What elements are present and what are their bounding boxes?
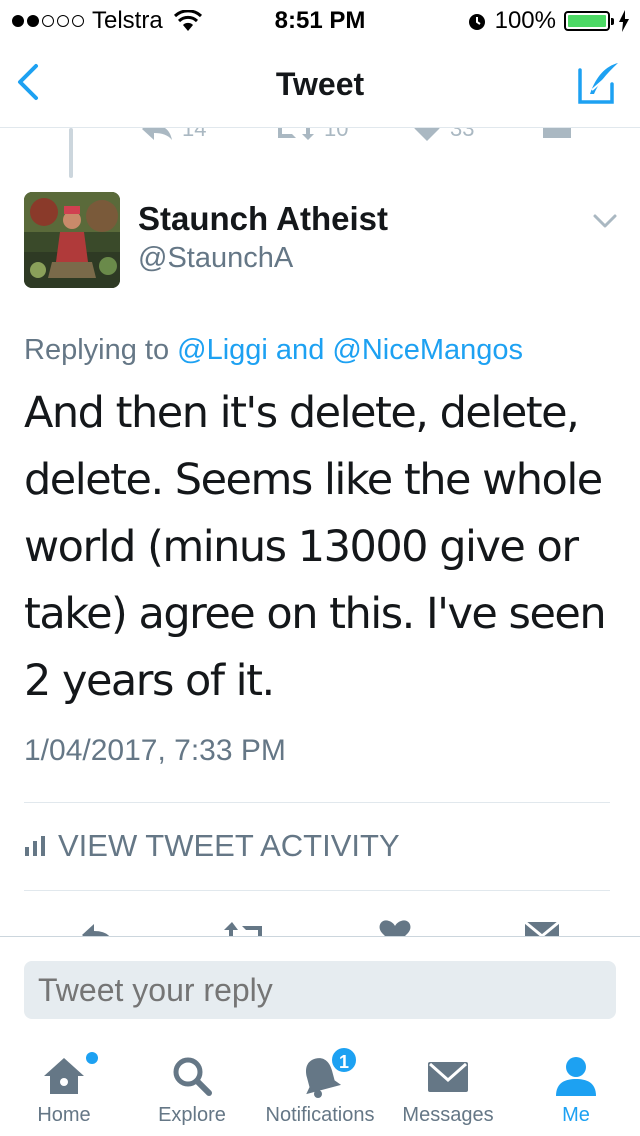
tweet-text: And then it's delete, delete, delete. Se… — [24, 388, 607, 706]
tab-label-me: Me — [562, 1104, 590, 1126]
status-bar: Telstra 8:51 PM 100% — [0, 0, 640, 40]
person-icon — [556, 1057, 596, 1096]
compose-tweet-icon[interactable] — [576, 60, 622, 106]
retweet-count: 10 — [324, 128, 349, 141]
previous-tweet-actions: 14 10 33 — [0, 128, 640, 144]
heart-icon[interactable] — [378, 918, 412, 936]
notification-badge: 1 — [330, 1046, 358, 1074]
battery-percent: 100% — [494, 7, 556, 34]
author-name[interactable]: Staunch Atheist — [138, 200, 388, 238]
search-icon — [173, 1057, 212, 1096]
tab-label-explore: Explore — [158, 1104, 226, 1126]
envelope-icon[interactable] — [542, 128, 572, 140]
reply-icon[interactable] — [140, 128, 174, 142]
tab-label-notifications: Notifications — [265, 1104, 375, 1126]
heart-icon[interactable] — [412, 128, 442, 142]
direct-message-icon[interactable] — [524, 918, 560, 936]
activity-label: VIEW TWEET ACTIVITY — [58, 828, 400, 863]
replying-joiner: and — [267, 334, 333, 366]
retweet-icon[interactable] — [222, 918, 268, 936]
divider — [24, 890, 610, 891]
like-count: 33 — [450, 128, 475, 141]
navigation-bar: Tweet — [0, 40, 640, 128]
reply-bar — [0, 936, 640, 1026]
tab-explore[interactable]: Explore — [128, 1026, 256, 1136]
mention-link-nicemangos[interactable]: @NiceMangos — [332, 334, 523, 366]
reply-icon[interactable] — [78, 918, 118, 936]
activity-bars-icon — [25, 836, 45, 856]
tab-label-home: Home — [37, 1104, 91, 1126]
avatar[interactable] — [24, 192, 120, 288]
tab-label-messages: Messages — [402, 1104, 494, 1126]
tab-home[interactable]: Home — [0, 1026, 128, 1136]
new-content-dot — [86, 1052, 98, 1064]
reply-input[interactable] — [24, 961, 616, 1019]
author-handle[interactable]: @StaunchA — [138, 242, 293, 275]
view-tweet-activity-link[interactable]: VIEW TWEET ACTIVITY — [24, 828, 400, 864]
mention-link-liggi[interactable]: @Liggi — [177, 334, 268, 366]
replying-prefix: Replying to — [24, 334, 178, 366]
retweet-icon[interactable] — [272, 128, 316, 142]
tab-bar: Home Explore 1 Notifications Messages Me — [0, 1026, 640, 1136]
page-title: Tweet — [275, 66, 365, 102]
divider — [24, 802, 610, 803]
reply-count: 14 — [182, 128, 207, 141]
tweet-actions — [0, 918, 640, 936]
battery-icon — [564, 11, 614, 31]
alarm-icon — [468, 14, 485, 30]
home-icon — [44, 1058, 84, 1094]
chevron-down-icon[interactable] — [592, 212, 618, 230]
tab-messages[interactable]: Messages — [384, 1026, 512, 1136]
tab-me[interactable]: Me — [512, 1026, 640, 1136]
replying-to: Replying to @Liggi and @NiceMangos — [24, 334, 523, 367]
charging-icon — [619, 10, 629, 32]
tab-notifications[interactable]: 1 Notifications — [256, 1026, 384, 1136]
tweet-timestamp: 1/04/2017, 7:33 PM — [24, 734, 286, 767]
envelope-icon — [428, 1062, 468, 1092]
